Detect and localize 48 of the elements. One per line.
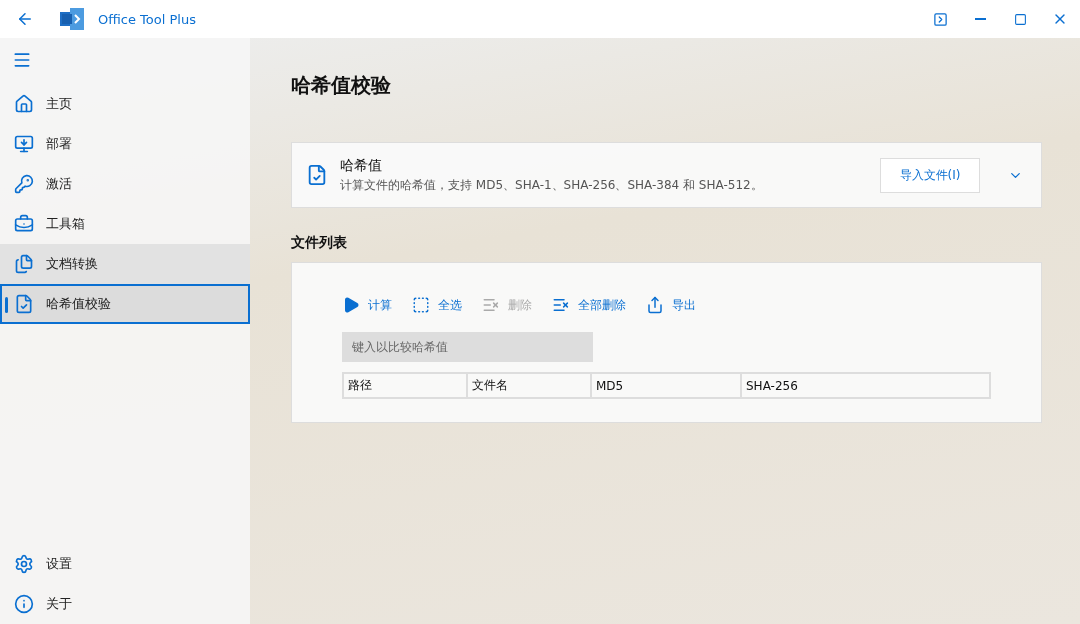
- sidebar-label: 激活: [46, 175, 72, 193]
- sidebar-item[interactable]: 哈希值校验: [0, 284, 250, 324]
- select-icon: [412, 296, 430, 314]
- sidebar-item[interactable]: 主页: [0, 84, 250, 124]
- key-icon: [14, 174, 34, 194]
- sidebar-label: 部署: [46, 135, 72, 153]
- toolbar-button[interactable]: 全部删除: [552, 296, 626, 314]
- minimize-icon: [974, 18, 986, 20]
- about-icon: [14, 594, 34, 614]
- settings-icon: [14, 554, 34, 574]
- sidebar-label: 哈希值校验: [46, 295, 111, 313]
- toolbar-button[interactable]: 导出: [646, 296, 696, 314]
- sidebar-label: 文档转换: [46, 255, 98, 273]
- sidebar-label: 设置: [46, 555, 72, 573]
- file-check-icon: [306, 164, 328, 186]
- window-title: Office Tool Plus: [98, 11, 196, 27]
- maximize-icon: [1013, 12, 1027, 26]
- terminal-icon: [932, 11, 948, 27]
- column-header[interactable]: MD5: [592, 374, 742, 397]
- import-button[interactable]: 导入文件(I): [880, 157, 980, 193]
- sidebar-item[interactable]: 设置: [0, 544, 250, 584]
- sidebar-label: 关于: [46, 595, 72, 613]
- menu-icon: [12, 50, 32, 70]
- column-header[interactable]: SHA-256: [742, 374, 989, 397]
- sidebar-item[interactable]: 部署: [0, 124, 250, 164]
- remove-icon: [482, 296, 500, 314]
- play-icon: [342, 296, 360, 314]
- home-icon: [14, 94, 34, 114]
- column-header[interactable]: 路径: [344, 374, 468, 397]
- card-title: 哈希值: [340, 156, 383, 175]
- remove-icon: [552, 296, 570, 314]
- card-description: 计算文件的哈希值，支持 MD5、SHA-1、SHA-256、SHA-384 和 SHA-512。: [340, 176, 764, 194]
- sidebar-label: 工具箱: [46, 215, 85, 233]
- sidebar-item[interactable]: 关于: [0, 584, 250, 624]
- sidebar-item[interactable]: 激活: [0, 164, 250, 204]
- page-title: 哈希值校验: [291, 72, 392, 99]
- sidebar-item[interactable]: 文档转换: [0, 244, 250, 284]
- hash-compare-field[interactable]: 键入以比较哈希值: [342, 332, 593, 362]
- column-header[interactable]: 文件名: [468, 374, 592, 397]
- export-icon: [646, 296, 664, 314]
- selection-indicator: [5, 297, 8, 313]
- section-title: 文件列表: [291, 234, 348, 252]
- toolbar-button[interactable]: 全选: [412, 296, 462, 314]
- toolbox-icon: [14, 214, 34, 234]
- app-logo-icon: [60, 8, 84, 30]
- sidebar-label: 主页: [46, 95, 72, 113]
- sidebar-item[interactable]: 工具箱: [0, 204, 250, 244]
- toolbar-button[interactable]: 计算: [342, 296, 392, 314]
